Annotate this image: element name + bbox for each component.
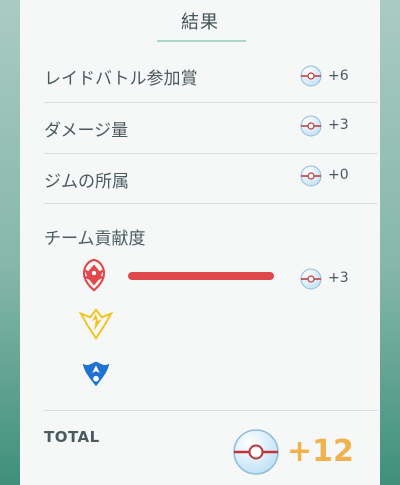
raid-participation-value: +6 [328,68,349,84]
page-title: 結果 [181,12,219,33]
premier-ball-icon [300,268,322,290]
gym-affiliation-label: ジムの所属 [44,172,129,192]
valor-contribution-bar [128,272,274,280]
premier-ball-icon [232,428,280,476]
row-divider [44,410,378,411]
mystic-team-icon [77,354,115,392]
gym-affiliation-value: +0 [328,167,349,183]
damage-label: ダメージ量 [44,121,129,141]
title-underline [157,40,246,42]
background-left [0,0,20,485]
results-panel: 結果 レイドバトル参加賞 +6 ダメージ量 +3 ジムの所属 +0 チーム貢献度… [20,0,380,485]
row-divider [44,102,378,103]
row-divider [44,203,378,204]
valor-team-icon [75,256,113,294]
premier-ball-icon [300,165,322,187]
premier-ball-icon [300,65,322,87]
total-value: +12 [287,434,354,469]
background-right [380,0,400,485]
instinct-team-icon [77,304,115,342]
row-divider [44,153,378,154]
team-contribution-value: +3 [328,270,349,286]
total-label: TOTAL [44,428,100,446]
raid-participation-label: レイドバトル参加賞 [44,69,198,89]
team-contribution-label: チーム貢献度 [44,229,146,249]
premier-ball-icon [300,115,322,137]
damage-value: +3 [328,117,349,133]
